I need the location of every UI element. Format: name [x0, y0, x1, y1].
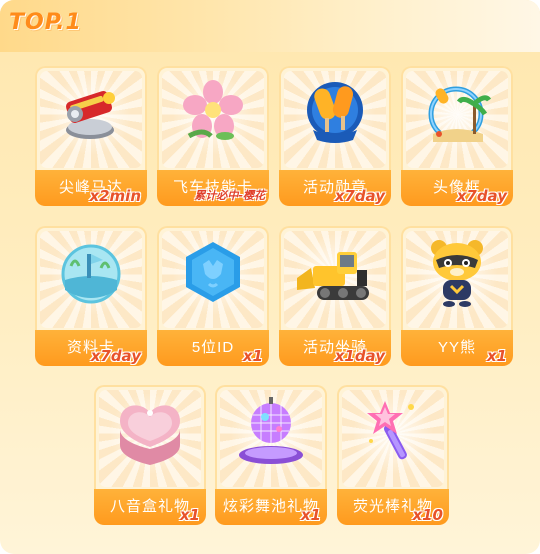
reward-quantity: x7day	[334, 187, 385, 205]
profile-card-globe-icon	[61, 244, 121, 304]
reward-quantity: x1	[242, 347, 263, 365]
cherry-blossom-icon	[183, 80, 243, 140]
reward-quantity: 累计必中-樱花	[194, 189, 265, 202]
reward-quantity: x1	[179, 506, 200, 524]
bulldozer-mount-icon	[297, 252, 369, 300]
reward-quantity: x7day	[90, 347, 141, 365]
reward-card-avatar-frame[interactable]: x7day 头像框	[401, 66, 513, 206]
blue-hexagon-id-icon	[186, 242, 240, 302]
reward-quantity: x7day	[456, 187, 507, 205]
page-title: TOP.1	[9, 10, 82, 35]
reward-card-skill-card[interactable]: 累计必中-樱花 飞车技能卡	[157, 66, 269, 206]
reward-quantity: x1	[486, 347, 507, 365]
yy-bear-icon	[431, 240, 483, 307]
reward-card-music-box[interactable]: x1 八音盒礼物	[94, 385, 206, 525]
reward-card-yy-bear[interactable]: x1 YY熊	[401, 226, 513, 366]
reward-quantity: x1	[300, 506, 321, 524]
reward-card-glow-stick[interactable]: x10 荧光棒礼物	[337, 385, 449, 525]
reward-card-disco[interactable]: x1 炫彩舞池礼物	[215, 385, 327, 525]
glow-stick-icon	[367, 401, 414, 460]
reward-quantity: x1day	[334, 347, 385, 365]
motor-icon	[65, 91, 115, 139]
reward-panel: TOP.1 x2min 尖峰马达 累计必中-樱花 飞车技能卡 x7day 活动勋…	[0, 0, 540, 554]
reward-card-profile-card[interactable]: x7day 资料卡	[35, 226, 147, 366]
reward-quantity: x2min	[89, 187, 141, 205]
reward-card-mount[interactable]: x1day 活动坐骑	[279, 226, 391, 366]
popsicle-medal-icon	[307, 82, 363, 143]
reward-card-id[interactable]: x1 5位ID	[157, 226, 269, 366]
reward-quantity: x10	[412, 506, 443, 524]
reward-card-motor[interactable]: x2min 尖峰马达	[35, 66, 147, 206]
reward-card-medal[interactable]: x7day 活动勋章	[279, 66, 391, 206]
beach-avatar-frame-icon	[428, 86, 492, 142]
heart-music-box-icon	[120, 405, 180, 465]
disco-ball-icon	[239, 397, 303, 464]
